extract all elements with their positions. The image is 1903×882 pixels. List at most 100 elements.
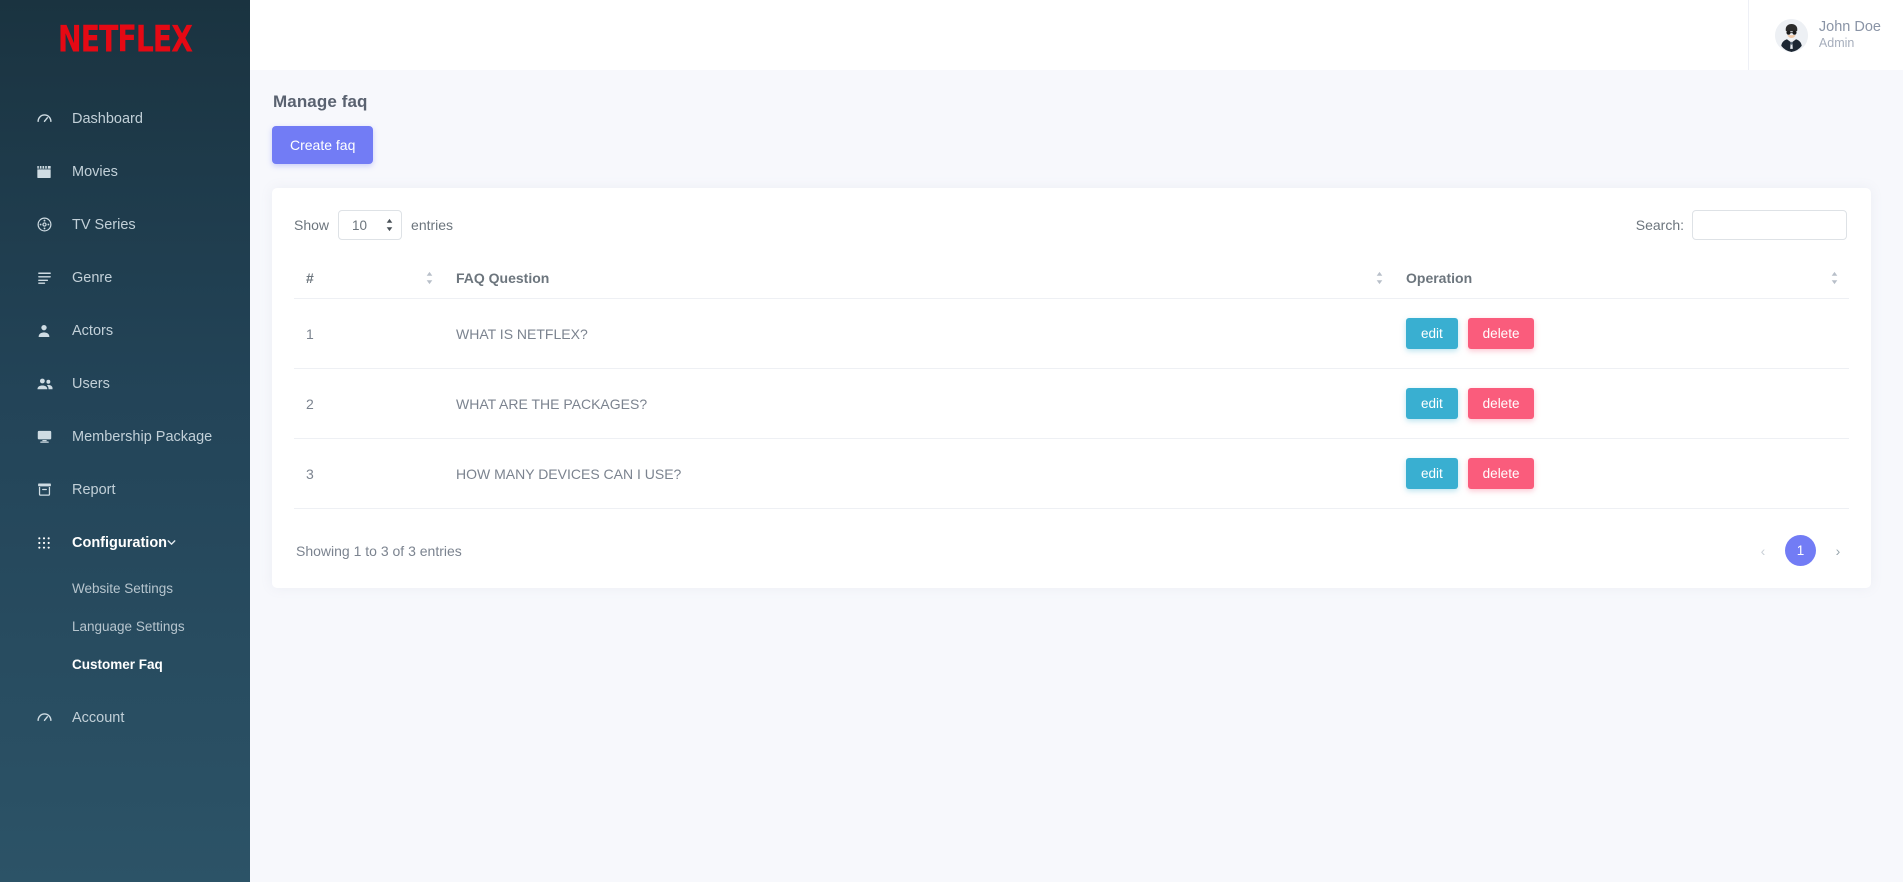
show-label: Show (294, 217, 330, 233)
sidebar-item-configuration[interactable]: Configuration (0, 516, 250, 569)
sidebar-item-label: Report (72, 481, 116, 498)
page-title: Manage faq (273, 92, 368, 111)
cell-number: 3 (294, 438, 444, 509)
user-role: Admin (1818, 36, 1855, 51)
sidebar-item-label: Movies (72, 163, 118, 180)
pagination: ‹ 1 › (1754, 535, 1847, 566)
edit-button[interactable]: edit (1406, 388, 1458, 419)
column-header-faq-question[interactable]: FAQ Question (444, 258, 1394, 299)
entries-label: entries (411, 217, 454, 233)
table-row: 1 WHAT IS NETFLEX? edit delete (294, 298, 1849, 369)
sidebar-subitem-website-settings[interactable]: Website Settings (0, 569, 250, 607)
page-content: Manage faq Create faq Show 102550100 ent… (250, 70, 1903, 882)
cell-operation: edit delete (1394, 298, 1849, 369)
sidebar-item-report[interactable]: Report (0, 463, 250, 516)
speedometer-icon (36, 709, 62, 726)
search-label: Search: (1635, 217, 1684, 233)
sort-arrows-icon (1375, 271, 1384, 285)
table-header-row: # FAQ Question Operation (294, 258, 1849, 299)
user-meta: John Doe Admin (1819, 18, 1881, 52)
cell-operation: edit delete (1394, 438, 1849, 509)
sidebar: NETFLEX Dashboard Movies TV Series Genre… (0, 0, 250, 882)
sidebar-item-tv-series[interactable]: TV Series (0, 198, 250, 251)
column-header-label: FAQ Question (456, 270, 550, 286)
sidebar-subitem-label: Customer Faq (72, 656, 163, 672)
app-root: NETFLEX Dashboard Movies TV Series Genre… (0, 0, 1903, 882)
list-lines-icon (36, 269, 62, 286)
delete-button[interactable]: delete (1467, 318, 1535, 349)
sidebar-item-label: Account (72, 709, 125, 726)
faq-table: # FAQ Question Operation 1 WHAT IS NETFL… (294, 258, 1849, 509)
sidebar-item-membership-package[interactable]: Membership Package (0, 410, 250, 463)
table-head: # FAQ Question Operation (294, 258, 1849, 299)
column-header-operation[interactable]: Operation (1394, 258, 1849, 299)
delete-button[interactable]: delete (1467, 388, 1535, 419)
sidebar-nav: Dashboard Movies TV Series Genre Actors … (0, 92, 250, 744)
cell-question: WHAT ARE THE PACKAGES? (444, 368, 1394, 439)
pagination-next[interactable]: › (1829, 543, 1847, 559)
cell-question: HOW MANY DEVICES CAN I USE? (444, 438, 1394, 509)
edit-button[interactable]: edit (1406, 318, 1458, 349)
clapperboard-icon (36, 164, 62, 180)
column-header-number[interactable]: # (294, 258, 444, 299)
sidebar-item-dashboard[interactable]: Dashboard (0, 92, 250, 145)
sidebar-item-label: Dashboard (72, 110, 143, 127)
people-icon (36, 375, 62, 393)
cell-number: 1 (294, 298, 444, 369)
table-footer: Showing 1 to 3 of 3 entries ‹ 1 › (294, 535, 1849, 566)
sidebar-item-movies[interactable]: Movies (0, 145, 250, 198)
user-name: John Doe (1818, 19, 1881, 36)
sidebar-item-account[interactable]: Account (0, 691, 250, 744)
column-header-label: Operation (1406, 270, 1473, 286)
brand-logo[interactable]: NETFLEX (0, 0, 250, 80)
sidebar-subitem-label: Language Settings (72, 618, 185, 634)
page-length-control: Show 102550100 entries (294, 210, 453, 240)
sidebar-subitem-label: Website Settings (72, 580, 174, 596)
search-input[interactable] (1692, 210, 1847, 240)
delete-button[interactable]: delete (1467, 458, 1535, 489)
topbar: John Doe Admin (250, 0, 1903, 70)
sidebar-subitem-customer-faq[interactable]: Customer Faq (0, 645, 250, 683)
user-menu[interactable]: John Doe Admin (1747, 0, 1903, 70)
table-controls: Show 102550100 entries Search: (294, 210, 1849, 240)
sidebar-item-label: Genre (72, 269, 113, 286)
configuration-subnav: Website Settings Language Settings Custo… (0, 569, 250, 683)
table-body: 1 WHAT IS NETFLEX? edit delete 2 WHAT AR… (294, 298, 1849, 509)
table-row: 3 HOW MANY DEVICES CAN I USE? edit delet… (294, 438, 1849, 509)
sidebar-item-users[interactable]: Users (0, 357, 250, 410)
column-header-label: # (306, 270, 314, 286)
sidebar-item-label: TV Series (72, 216, 136, 233)
film-reel-icon (36, 216, 62, 233)
chevron-down-icon[interactable] (165, 536, 178, 549)
brand-logo-text: NETFLEX (57, 18, 193, 61)
person-icon (36, 323, 62, 339)
sidebar-subitem-language-settings[interactable]: Language Settings (0, 607, 250, 645)
speedometer-icon (36, 110, 62, 127)
sidebar-item-label: Configuration (72, 534, 168, 551)
sidebar-item-genre[interactable]: Genre (0, 251, 250, 304)
cell-number: 2 (294, 368, 444, 439)
cell-operation: edit delete (1394, 368, 1849, 439)
pagination-page-1[interactable]: 1 (1785, 535, 1816, 566)
edit-button[interactable]: edit (1406, 458, 1458, 489)
sort-arrows-icon (1830, 271, 1839, 285)
cell-question: WHAT IS NETFLEX? (444, 298, 1394, 369)
entries-info: Showing 1 to 3 of 3 entries (296, 542, 462, 559)
entries-select-wrap: 102550100 (338, 210, 403, 240)
archive-icon (36, 481, 62, 498)
search-control: Search: (1636, 210, 1847, 240)
sidebar-item-label: Actors (72, 322, 114, 339)
grid-dots-icon (36, 535, 62, 551)
sort-arrows-icon (425, 271, 434, 285)
sidebar-item-label: Users (72, 375, 110, 392)
monitor-icon (36, 428, 62, 445)
avatar (1774, 18, 1808, 52)
entries-select[interactable]: 102550100 (338, 210, 403, 240)
pagination-prev[interactable]: ‹ (1754, 543, 1772, 559)
main-area: John Doe Admin Manage faq Create faq Sho… (250, 0, 1903, 882)
sidebar-item-actors[interactable]: Actors (0, 304, 250, 357)
create-faq-button[interactable]: Create faq (272, 126, 374, 164)
faq-table-card: Show 102550100 entries Search: (272, 188, 1871, 588)
sidebar-item-label: Membership Package (72, 428, 213, 445)
table-row: 2 WHAT ARE THE PACKAGES? edit delete (294, 368, 1849, 439)
